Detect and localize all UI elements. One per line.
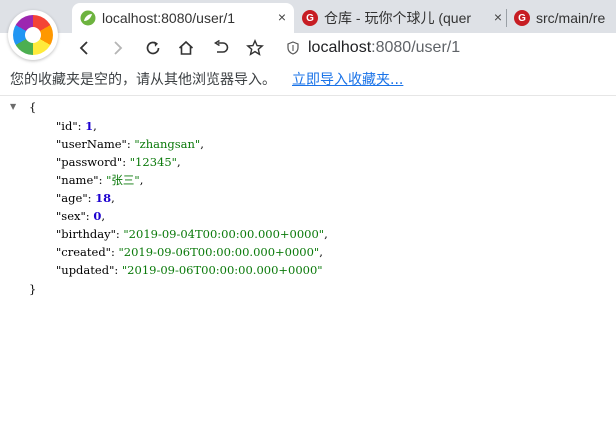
bookmarks-bar: 您的收藏夹是空的，请从其他浏览器导入。 立即导入收藏夹... <box>0 63 616 96</box>
address-bar[interactable]: localhost:8080/user/1 <box>286 37 460 59</box>
tab-localhost-user[interactable]: localhost:8080/user/1 × <box>72 3 294 33</box>
home-icon <box>178 40 194 55</box>
json-field-updated: "updated": "2019-09-06T00:00:00.000+0000… <box>56 261 323 279</box>
json-key: "updated" <box>56 263 115 277</box>
close-tab-icon[interactable]: × <box>494 9 502 25</box>
forward-arrow-icon <box>114 41 123 55</box>
bookmarks-empty-message: 您的收藏夹是空的，请从其他浏览器导入。 <box>10 72 276 88</box>
json-sep: : <box>110 245 119 259</box>
json-key: "name" <box>56 173 99 187</box>
json-field-created: "created": "2019-09-06T00:00:00.000+0000… <box>56 243 323 261</box>
json-value: "2019-09-04T00:00:00.000+0000" <box>123 227 325 241</box>
json-comma: , <box>176 155 181 169</box>
shield-icon <box>287 41 299 55</box>
close-tab-icon[interactable]: × <box>278 9 286 25</box>
json-field-sex: "sex": 0, <box>56 207 105 225</box>
gitee-icon: G <box>302 10 318 26</box>
address-host: localhost <box>308 39 372 56</box>
tab-title: 仓库 - 玩你个球儿 (quer <box>324 10 472 26</box>
home-button[interactable] <box>175 37 197 59</box>
forward-button[interactable] <box>107 37 129 59</box>
json-key: "sex" <box>56 209 86 223</box>
toolbar: localhost:8080/user/1 <box>0 33 616 63</box>
tab-gitee-src[interactable]: G src/main/re <box>506 3 616 33</box>
json-field-id: "id": 1, <box>56 117 97 135</box>
browser-logo-core <box>25 27 41 43</box>
json-key: "created" <box>56 245 111 259</box>
import-bookmarks-link[interactable]: 立即导入收藏夹... <box>292 69 403 89</box>
back-arrow-icon <box>79 41 88 55</box>
undo-close-button[interactable] <box>210 37 232 59</box>
collapse-toggle-icon[interactable]: ▼ <box>10 102 16 111</box>
json-sep: : <box>87 191 96 205</box>
json-comma: , <box>93 119 97 133</box>
json-comma: , <box>101 209 105 223</box>
json-value: "12345" <box>129 155 177 169</box>
json-comma: , <box>200 137 204 151</box>
json-comma: , <box>324 227 328 241</box>
json-sep: : <box>114 263 122 277</box>
reload-icon <box>146 41 160 55</box>
json-key: "id" <box>56 119 78 133</box>
json-comma: , <box>111 191 115 205</box>
json-value: "2019-09-06T00:00:00.000+0000" <box>118 245 320 259</box>
json-field-age: "age": 18, <box>56 189 115 207</box>
json-field-birthday: "birthday": "2019-09-04T00:00:00.000+000… <box>56 225 328 243</box>
json-comma: , <box>139 173 144 187</box>
reload-button[interactable] <box>142 37 164 59</box>
json-value: 1 <box>85 119 94 133</box>
json-value: "zhangsan" <box>134 137 201 151</box>
back-button[interactable] <box>73 37 95 59</box>
json-value: "张三" <box>106 173 140 187</box>
undo-icon <box>213 39 229 53</box>
gitee-icon: G <box>514 10 530 26</box>
json-key: "birthday" <box>56 227 116 241</box>
tab-title: localhost:8080/user/1 <box>102 10 236 26</box>
tab-strip: localhost:8080/user/1 × G 仓库 - 玩你个球儿 (qu… <box>0 0 616 33</box>
json-value: "2019-09-06T00:00:00.000+0000" <box>121 263 323 277</box>
json-key: "userName" <box>56 137 127 151</box>
json-open-brace: { <box>29 100 37 114</box>
browser-logo[interactable] <box>8 10 58 60</box>
json-sep: : <box>122 155 130 169</box>
star-icon <box>246 39 264 56</box>
json-field-name: "name": "张三", <box>56 171 143 189</box>
json-value: 18 <box>95 191 112 205</box>
bookmark-star-button[interactable] <box>244 37 266 59</box>
tab-gitee-repo[interactable]: G 仓库 - 玩你个球儿 (quer × <box>294 3 510 33</box>
json-close-brace: } <box>29 282 37 296</box>
json-comma: , <box>319 245 323 259</box>
json-sep: : <box>98 173 107 187</box>
json-key: "age" <box>56 191 88 205</box>
address-path: :8080/user/1 <box>371 39 461 56</box>
json-field-password: "password": "12345", <box>56 153 181 171</box>
json-key: "password" <box>56 155 123 169</box>
spring-leaf-icon <box>80 10 96 26</box>
json-field-username: "userName": "zhangsan", <box>56 135 204 153</box>
tab-title: src/main/re <box>536 10 606 26</box>
json-viewer: ▼ { "id": 1, "userName": "zhangsan", "pa… <box>0 96 616 432</box>
